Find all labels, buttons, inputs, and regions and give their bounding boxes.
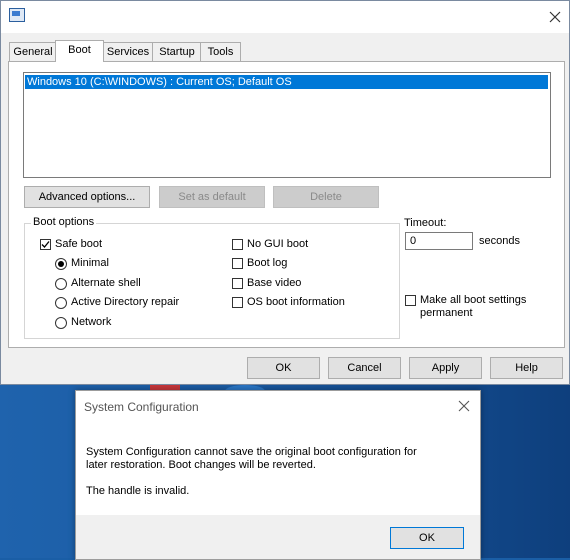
base-video-label: Base video [247, 277, 302, 289]
no-gui-boot-label: No GUI boot [247, 238, 309, 250]
dialog-message-line3: The handle is invalid. [86, 485, 190, 497]
timeout-input[interactable]: 0 [405, 232, 473, 250]
boot-log-checkbox[interactable] [232, 258, 243, 269]
os-boot-information-label: OS boot information [247, 296, 345, 308]
network-radio[interactable] [55, 317, 67, 329]
cancel-button[interactable]: Cancel [328, 357, 401, 379]
boot-log-label: Boot log [247, 257, 288, 269]
active-directory-repair-label: Active Directory repair [71, 296, 180, 308]
system-configuration-window: General Boot Services Startup Tools Wind… [0, 0, 570, 385]
safe-boot-checkbox[interactable] [40, 239, 51, 250]
network-label: Network [71, 316, 112, 328]
boot-tab-panel: Windows 10 (C:\WINDOWS) : Current OS; De… [8, 61, 565, 348]
no-gui-boot-checkbox[interactable] [232, 239, 243, 250]
dialog-ok-button[interactable]: OK [390, 527, 464, 549]
tab-startup[interactable]: Startup [152, 42, 202, 61]
dialog-title: System Configuration [84, 400, 199, 414]
dialog-message-line2: later restoration. Boot changes will be … [86, 459, 316, 471]
tab-general[interactable]: General [9, 42, 57, 61]
tab-services[interactable]: Services [102, 42, 154, 61]
close-icon[interactable] [457, 399, 471, 413]
os-list-item[interactable]: Windows 10 (C:\WINDOWS) : Current OS; De… [25, 75, 548, 89]
apply-button[interactable]: Apply [409, 357, 482, 379]
timeout-unit-label: seconds [479, 235, 520, 247]
set-as-default-button[interactable]: Set as default [159, 186, 265, 208]
alternate-shell-label: Alternate shell [71, 277, 141, 289]
close-icon[interactable] [547, 9, 563, 25]
minimal-radio[interactable] [55, 258, 67, 270]
ok-button[interactable]: OK [247, 357, 320, 379]
base-video-checkbox[interactable] [232, 278, 243, 289]
boot-options-group: Boot options Safe boot Minimal Alternate… [24, 216, 400, 339]
advanced-options-button[interactable]: Advanced options... [24, 186, 150, 208]
make-permanent-label-line2: permanent [420, 307, 473, 319]
dialog-footer: OK [76, 515, 480, 559]
minimal-label: Minimal [71, 257, 109, 269]
active-directory-repair-radio[interactable] [55, 297, 67, 309]
msconfig-app-icon [9, 8, 25, 22]
help-button[interactable]: Help [490, 357, 563, 379]
boot-options-legend: Boot options [31, 216, 97, 228]
tab-boot[interactable]: Boot [55, 40, 104, 62]
os-list[interactable]: Windows 10 (C:\WINDOWS) : Current OS; De… [23, 72, 551, 178]
os-boot-information-checkbox[interactable] [232, 297, 243, 308]
dialog-message-line1: System Configuration cannot save the ori… [86, 446, 417, 458]
tab-tools[interactable]: Tools [200, 42, 241, 61]
timeout-label: Timeout: [404, 217, 447, 229]
alternate-shell-radio[interactable] [55, 278, 67, 290]
error-dialog: System Configuration System Configuratio… [75, 390, 481, 560]
dialog-message: System Configuration cannot save the ori… [86, 446, 466, 498]
make-permanent-checkbox[interactable] [405, 295, 416, 306]
safe-boot-label: Safe boot [55, 238, 103, 250]
delete-button[interactable]: Delete [273, 186, 379, 208]
make-permanent-label-line1: Make all boot settings [420, 294, 527, 306]
title-bar [1, 1, 569, 33]
